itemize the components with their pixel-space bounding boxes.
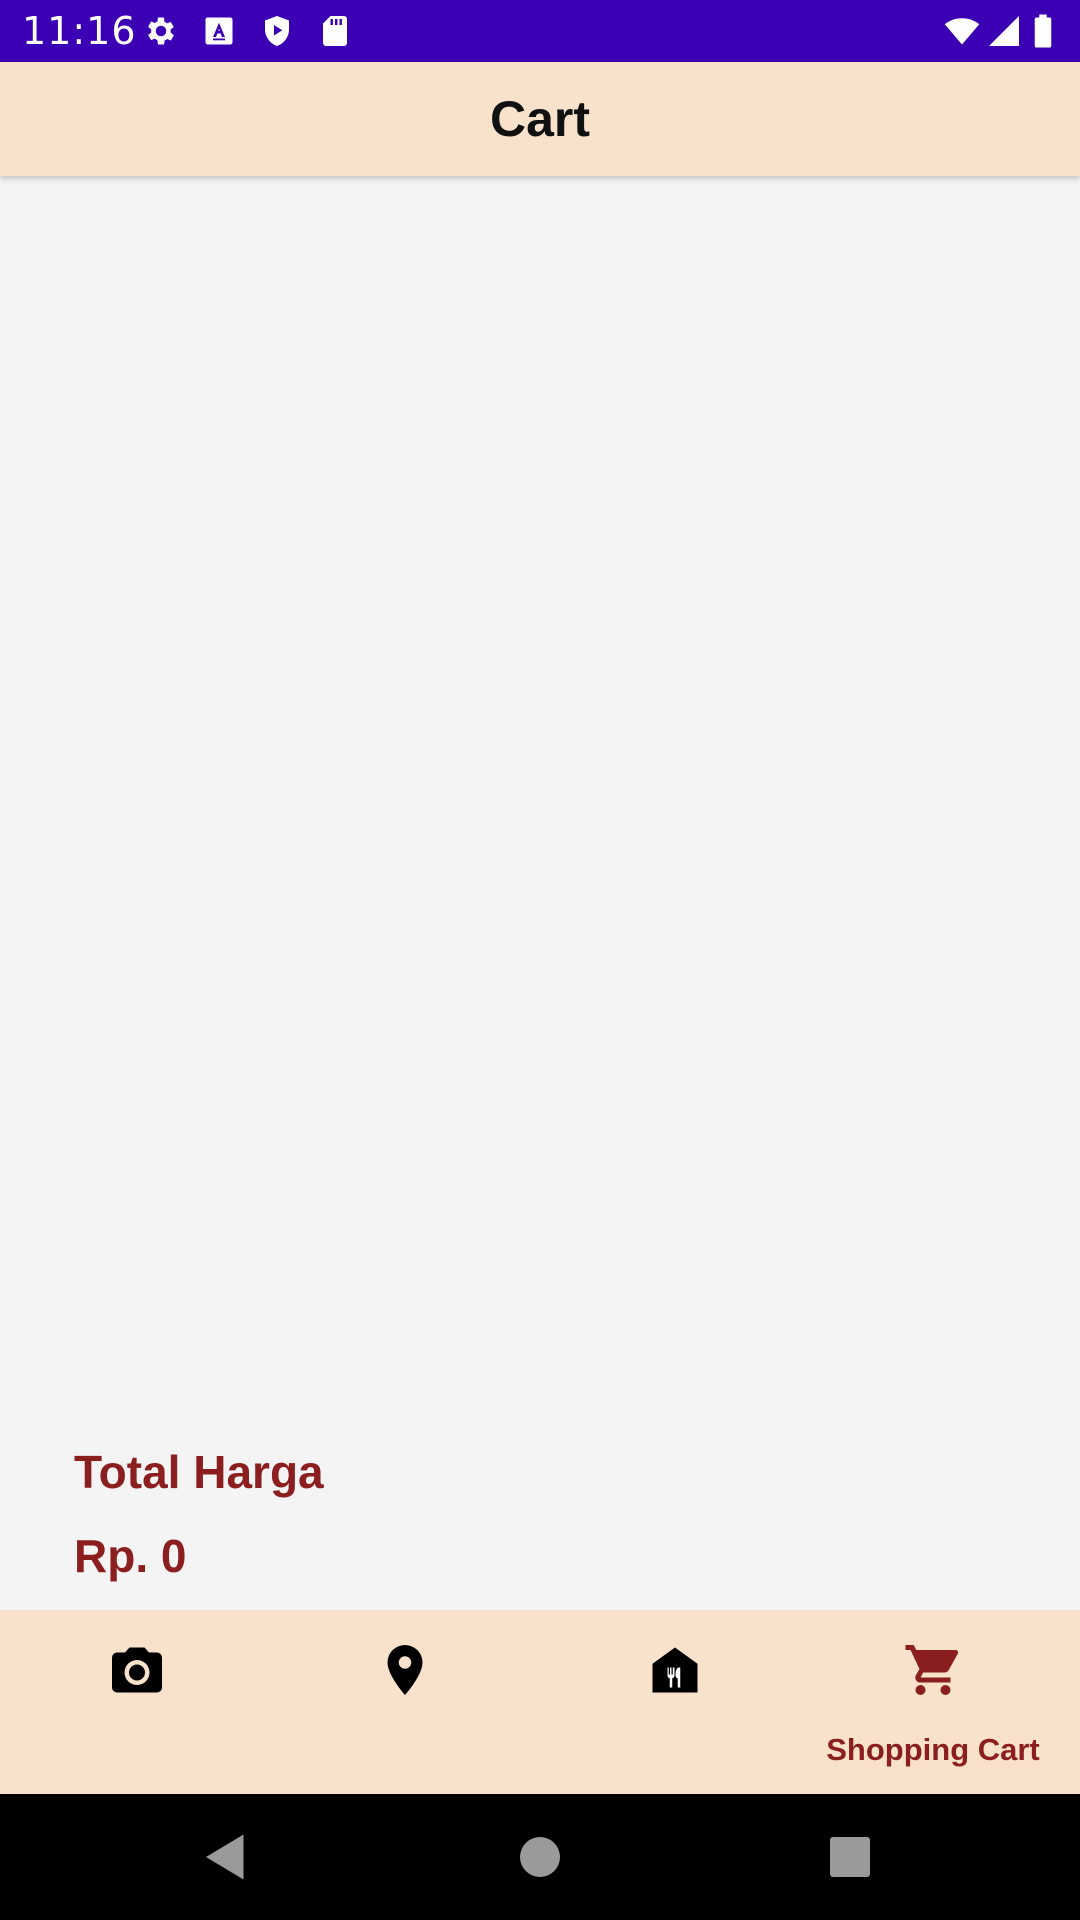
text-a-icon <box>201 13 237 49</box>
status-bar: 11:16 <box>0 0 1080 62</box>
home-icon[interactable] <box>510 1827 570 1887</box>
cart-list <box>0 176 1080 1610</box>
back-icon[interactable] <box>196 1827 256 1887</box>
gear-icon <box>143 13 179 49</box>
shopping-cart-icon <box>903 1640 963 1700</box>
sd-card-icon <box>317 13 353 49</box>
signal-icon <box>986 13 1022 49</box>
wifi-icon <box>944 13 980 49</box>
battery-icon <box>1030 13 1056 49</box>
system-navigation-bar <box>0 1794 1080 1920</box>
status-time: 11:16 <box>22 9 137 53</box>
play-shield-icon <box>259 13 295 49</box>
page-title: Cart <box>489 91 591 147</box>
nav-item-camera[interactable] <box>2 1610 272 1794</box>
app-bar: Cart <box>0 62 1080 176</box>
total-label: Total Harga <box>74 1446 324 1498</box>
restaurant-icon <box>645 1640 705 1700</box>
nav-label-shopping-cart: Shopping Cart <box>826 1732 1040 1767</box>
nav-item-restaurant[interactable] <box>540 1610 810 1794</box>
nav-item-location[interactable] <box>270 1610 540 1794</box>
location-pin-icon <box>375 1640 435 1700</box>
nav-item-shopping-cart[interactable]: Shopping Cart <box>798 1610 1068 1794</box>
bottom-navigation: Shopping Cart <box>0 1610 1080 1794</box>
camera-icon <box>107 1640 167 1700</box>
total-value: Rp. 0 <box>74 1530 187 1582</box>
recents-icon[interactable] <box>820 1827 880 1887</box>
